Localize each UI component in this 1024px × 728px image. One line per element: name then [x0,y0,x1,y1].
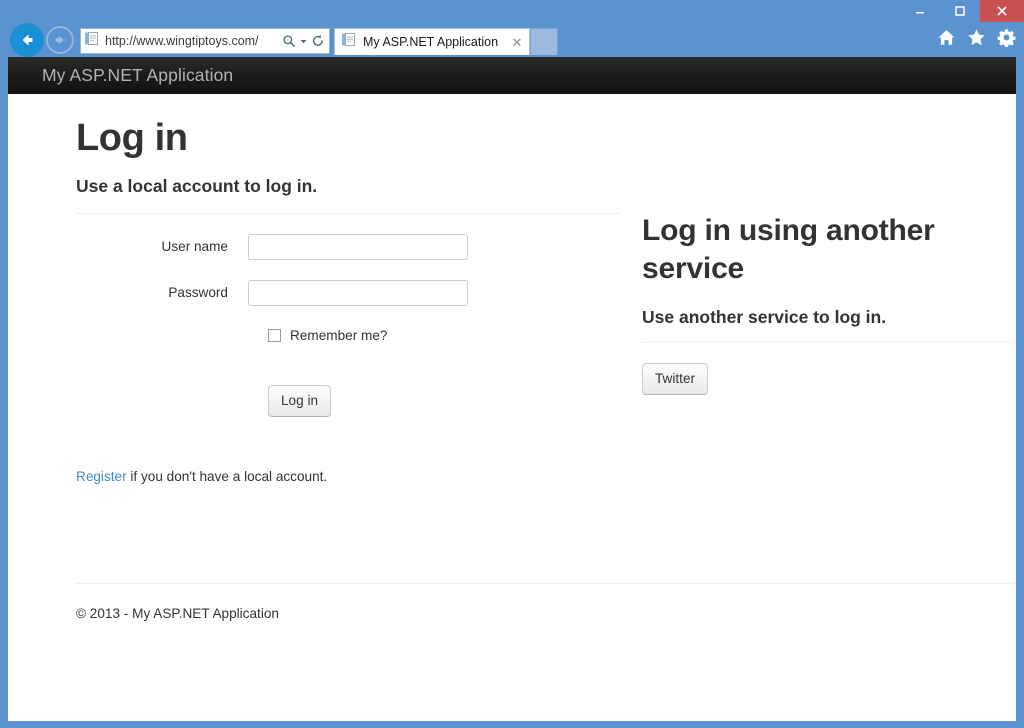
password-input[interactable] [248,279,468,306]
login-submit-button[interactable]: Log in [268,384,332,418]
minimize-button[interactable] [900,0,940,22]
remember-me-label[interactable]: Remember me? [290,328,387,343]
external-provider-buttons: Twitter [642,362,1016,396]
remember-me-row: Remember me? [76,328,620,343]
home-icon[interactable] [937,28,956,47]
password-label: Password [168,285,228,301]
back-arrow-icon [22,34,33,46]
browser-toolbar-icons [937,28,1016,47]
page-icon [84,31,99,51]
address-bar[interactable]: http://www.wingtiptoys.com/ [80,28,330,54]
remember-me-checkbox[interactable] [268,328,281,342]
login-button-row: Log in [76,384,620,418]
window-controls [900,0,1024,22]
page-footer: © 2013 - My ASP.NET Application [76,583,1016,621]
close-button[interactable] [980,0,1024,22]
close-icon[interactable]: ✕ [509,34,525,50]
maximize-button[interactable] [940,0,980,22]
site-brand[interactable]: My ASP.NET Application [42,65,233,86]
browser-window: http://www.wingtiptoys.com/ My ASP.NET A… [0,0,1024,728]
browser-title-bar: http://www.wingtiptoys.com/ My ASP.NET A… [0,0,1024,60]
refresh-icon[interactable] [311,34,325,48]
twitter-login-button[interactable]: Twitter [642,362,709,396]
page-icon [341,32,356,52]
tab-strip: My ASP.NET Application ✕ [334,28,558,55]
back-button[interactable] [10,23,44,57]
page-title: Log in [76,117,188,159]
tab-title: My ASP.NET Application [363,35,499,49]
login-column: Log in Use a local account to log in. Us… [76,117,620,484]
address-bar-url[interactable]: http://www.wingtiptoys.com/ [105,29,279,53]
external-section-divider [642,341,1016,343]
search-icon[interactable] [282,34,296,48]
forward-button[interactable] [46,26,74,54]
browser-tab[interactable]: My ASP.NET Application ✕ [334,28,530,55]
register-paragraph: Register if you don't have a local accou… [76,469,620,484]
local-account-subtitle: Use a local account to log in. [76,176,318,197]
username-input[interactable] [248,233,468,260]
favorites-star-icon[interactable] [967,28,986,47]
external-login-title: Log in using another service [642,214,935,286]
login-section-divider [76,212,620,214]
site-navbar: My ASP.NET Application [8,57,1016,94]
form-row-username: User name [76,233,620,260]
register-link[interactable]: Register [76,469,127,484]
footer-copyright: © 2013 - My ASP.NET Application [76,606,279,621]
new-tab-button[interactable] [530,28,558,55]
form-row-password: Password [76,279,620,306]
register-rest-text: if you don't have a local account. [126,469,328,485]
chevron-down-icon[interactable] [299,37,308,46]
external-login-column: Log in using another service Use another… [642,212,1016,396]
page-viewport: My ASP.NET Application Log in Use a loca… [8,57,1016,721]
footer-divider [76,583,1016,584]
external-login-subtitle: Use another service to log in. [642,306,887,327]
gear-icon[interactable] [997,28,1016,47]
username-label: User name [161,239,228,255]
forward-arrow-icon [55,35,64,45]
